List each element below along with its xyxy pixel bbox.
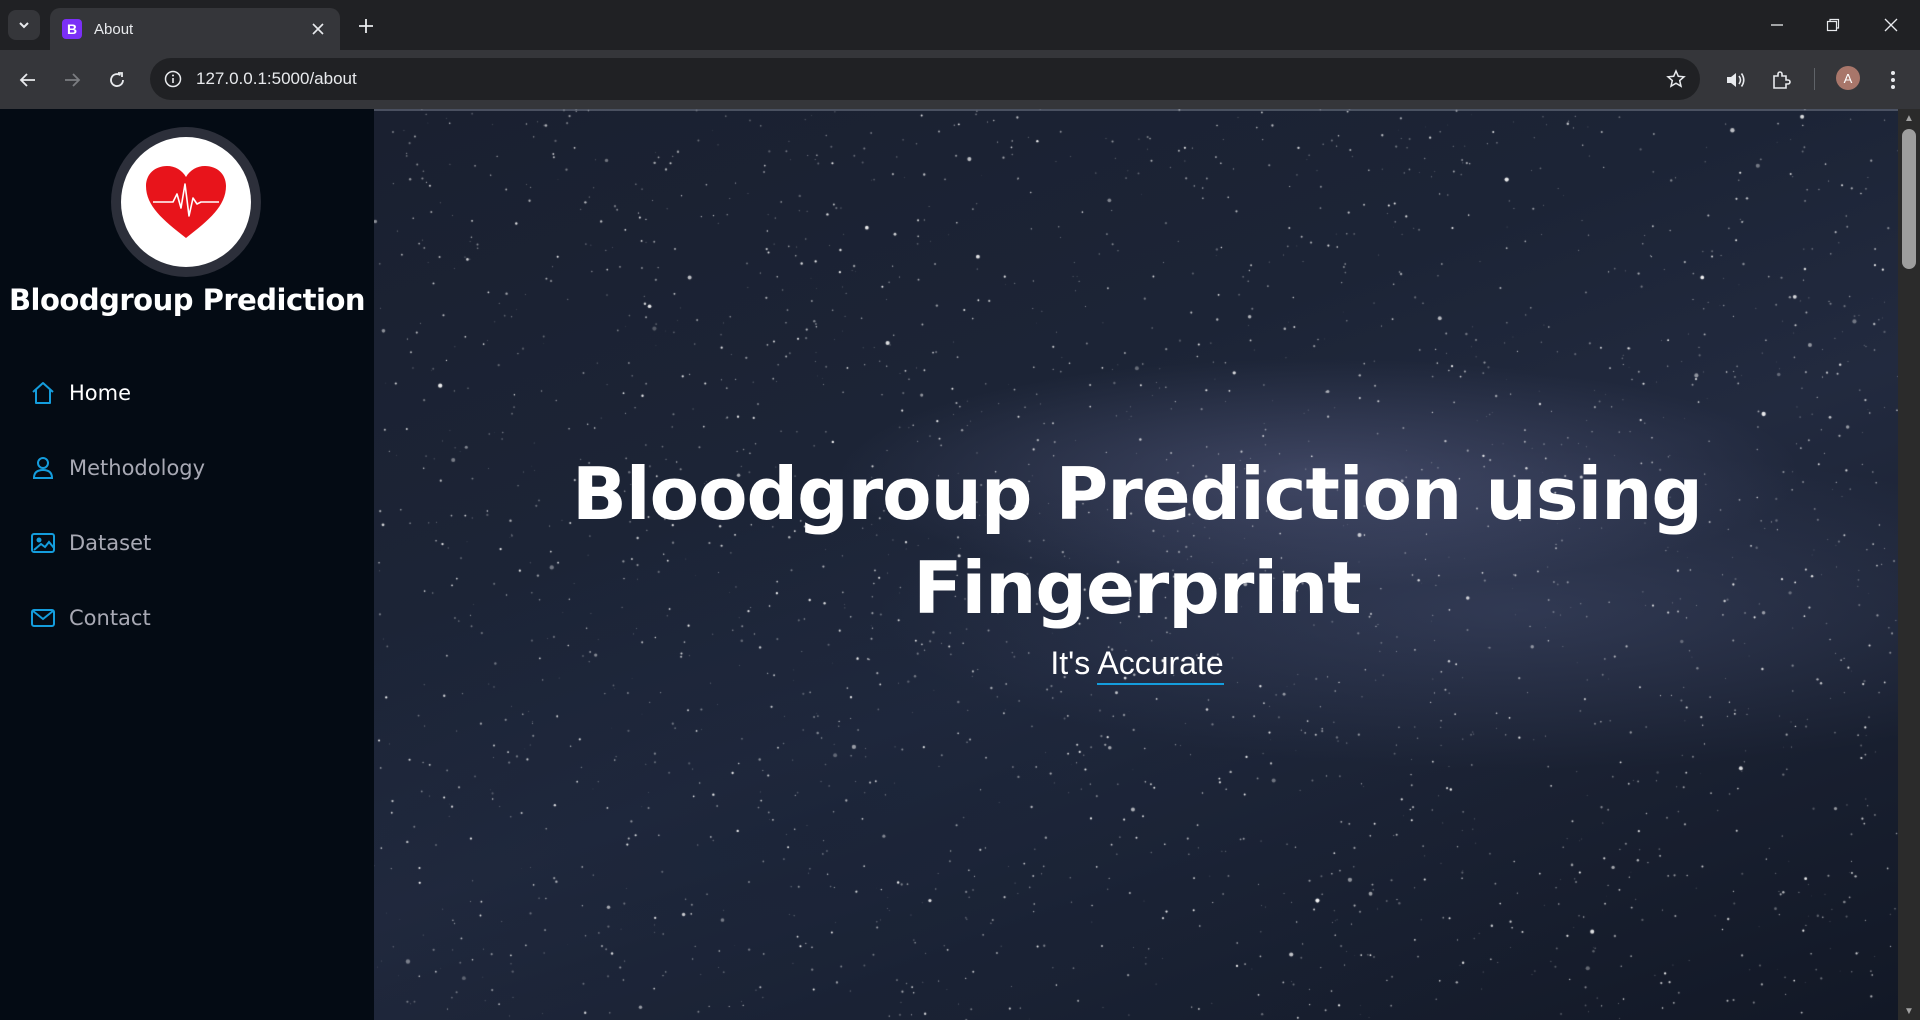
hero-title: Bloodgroup Prediction using Fingerprint bbox=[374, 447, 1900, 635]
scroll-down-arrow-icon[interactable]: ▼ bbox=[1898, 1002, 1920, 1020]
new-tab-button[interactable] bbox=[352, 12, 380, 40]
site-info-button[interactable] bbox=[160, 66, 186, 92]
tab-search-button[interactable] bbox=[8, 10, 40, 40]
chevron-down-icon bbox=[19, 22, 29, 29]
hero-section: Bloodgroup Prediction using Fingerprint … bbox=[374, 109, 1900, 1020]
home-icon bbox=[30, 380, 56, 406]
sidebar-item-methodology[interactable]: Methodology bbox=[30, 430, 350, 505]
sidebar-nav: Home Methodology Dataset Contact bbox=[30, 355, 350, 655]
heart-pulse-icon bbox=[146, 166, 226, 238]
close-icon bbox=[1884, 18, 1898, 32]
tab-close-button[interactable] bbox=[306, 17, 330, 41]
reload-icon bbox=[110, 72, 124, 87]
logo-inner-circle bbox=[121, 137, 251, 267]
sidebar-item-contact[interactable]: Contact bbox=[30, 580, 350, 655]
arrow-left-icon bbox=[19, 73, 35, 87]
browser-toolbar: 127.0.0.1:5000/about bbox=[0, 50, 1920, 109]
extensions-button[interactable] bbox=[1767, 66, 1795, 94]
forward-button[interactable] bbox=[56, 64, 88, 96]
arrow-right-icon bbox=[65, 73, 81, 87]
plus-icon bbox=[359, 19, 373, 33]
hero-title-line1: Bloodgroup Prediction using bbox=[572, 452, 1703, 536]
puzzle-icon bbox=[1773, 71, 1791, 89]
speaker-icon bbox=[1727, 73, 1745, 87]
scroll-up-arrow-icon[interactable]: ▲ bbox=[1898, 109, 1920, 127]
close-window-button[interactable] bbox=[1868, 8, 1914, 42]
sidebar: Bloodgroup Prediction Home Methodology D… bbox=[0, 109, 374, 1020]
scrollbar-thumb[interactable] bbox=[1902, 129, 1916, 269]
image-icon bbox=[30, 530, 56, 556]
site-title-link[interactable]: Bloodgroup Prediction bbox=[9, 283, 366, 317]
minimize-button[interactable] bbox=[1754, 8, 1800, 42]
hero-text-block: Bloodgroup Prediction using Fingerprint … bbox=[374, 447, 1900, 685]
toolbar-separator bbox=[1814, 68, 1815, 90]
sidebar-item-label: Contact bbox=[69, 605, 151, 630]
typed-text: Accurate bbox=[1097, 645, 1224, 685]
more-vertical-icon bbox=[1891, 71, 1895, 89]
hero-top-border bbox=[374, 109, 1900, 111]
url-text: 127.0.0.1:5000/about bbox=[196, 69, 357, 88]
bookmark-button[interactable] bbox=[1664, 67, 1688, 91]
restore-icon bbox=[1826, 18, 1840, 32]
minimize-icon bbox=[1771, 24, 1783, 26]
info-icon bbox=[164, 70, 182, 88]
back-button[interactable] bbox=[12, 64, 44, 96]
browser-tabstrip: B About bbox=[0, 0, 1920, 50]
sidebar-item-dataset[interactable]: Dataset bbox=[30, 505, 350, 580]
hero-subtitle: It's Accurate bbox=[374, 645, 1900, 685]
profile-avatar[interactable]: A bbox=[1836, 66, 1860, 90]
sidebar-item-home[interactable]: Home bbox=[30, 355, 350, 430]
restore-button[interactable] bbox=[1810, 8, 1856, 42]
page-viewport: Bloodgroup Prediction Home Methodology D… bbox=[0, 109, 1920, 1020]
site-logo[interactable] bbox=[111, 127, 261, 277]
sidebar-item-label: Home bbox=[69, 380, 132, 405]
reload-button[interactable] bbox=[101, 64, 133, 96]
person-icon bbox=[30, 455, 56, 481]
site-title: Bloodgroup Prediction bbox=[0, 283, 374, 317]
hero-subtitle-prefix: It's bbox=[1050, 645, 1091, 681]
browser-menu-button[interactable] bbox=[1879, 66, 1907, 94]
browser-tab[interactable]: B About bbox=[50, 8, 340, 50]
sidebar-item-label: Methodology bbox=[69, 455, 206, 480]
page-scrollbar[interactable]: ▲ ▼ bbox=[1898, 109, 1920, 1020]
star-icon bbox=[1666, 69, 1686, 88]
address-bar[interactable]: 127.0.0.1:5000/about bbox=[150, 58, 1700, 100]
tab-title: About bbox=[94, 20, 134, 38]
sidebar-item-label: Dataset bbox=[69, 530, 152, 555]
media-control-button[interactable] bbox=[1722, 66, 1750, 94]
envelope-icon bbox=[30, 605, 56, 631]
close-icon bbox=[312, 23, 324, 35]
tab-favicon: B bbox=[62, 19, 82, 39]
hero-title-line2: Fingerprint bbox=[913, 546, 1361, 630]
